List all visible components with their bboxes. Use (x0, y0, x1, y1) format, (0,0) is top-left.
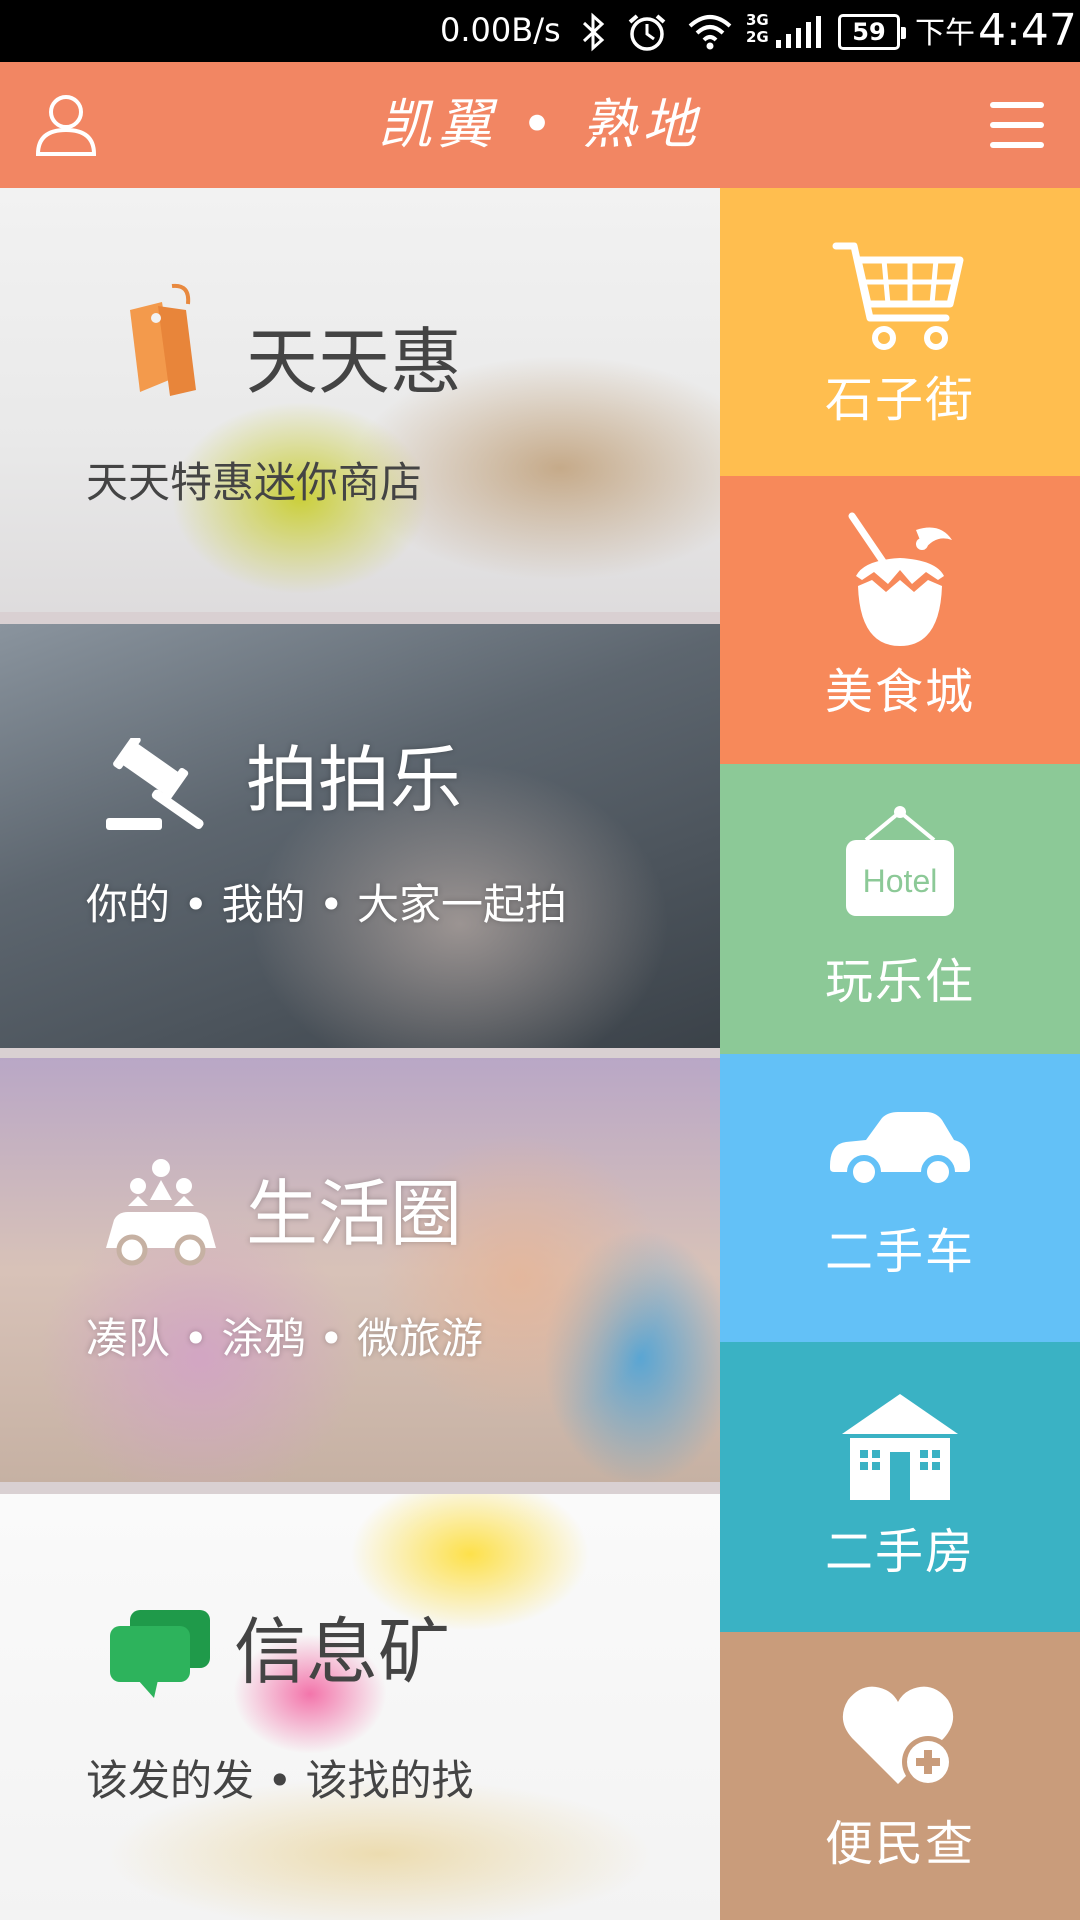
wifi-icon (688, 15, 732, 50)
people-car-icon (106, 1159, 216, 1266)
house-icon (842, 1394, 958, 1500)
card-xinxikuang[interactable]: 信息矿 该发的发 • 该找的找 (0, 1494, 720, 1920)
gavel-icon (106, 738, 204, 830)
card-subtitle: 你的 • 我的 • 大家一起拍 (86, 880, 567, 929)
alarm-icon (628, 14, 666, 51)
card-background (0, 1058, 720, 1482)
tile-label: 石子街 (824, 372, 975, 428)
clock-time: 4:47 (978, 5, 1077, 56)
card-title: 拍拍乐 (246, 738, 463, 822)
signal-icon (776, 16, 821, 48)
app-title: 凯翼 • 熟地 (377, 93, 703, 156)
card-shenghuoquan[interactable]: 生活圈 凑队 • 涂鸦 • 微旅游 (0, 1058, 720, 1482)
price-tag-icon (130, 283, 196, 396)
card-divider (0, 612, 720, 624)
card-tiantianhui[interactable]: 天天惠 天天特惠迷你商店 (0, 188, 720, 612)
card-paipaile[interactable]: 拍拍乐 你的 • 我的 • 大家一起拍 (0, 624, 720, 1048)
tile-wanlezhu[interactable]: Hotel 玩乐住 (720, 764, 1080, 1054)
card-title: 信息矿 (234, 1610, 451, 1694)
heart-plus-icon (842, 1686, 954, 1788)
status-bar: 0.00B/s 3G 2G 59 下午 4:47 (0, 0, 1080, 62)
hotel-sign-text: Hotel (863, 863, 938, 899)
clock-ampm: 下午 (915, 16, 975, 51)
tile-ershouche[interactable]: 二手车 (720, 1054, 1080, 1342)
tile-label: 二手房 (824, 1524, 975, 1580)
card-background (0, 1494, 720, 1920)
chat-bubbles-icon (110, 1610, 210, 1698)
card-divider (0, 1482, 720, 1494)
car-icon (830, 1112, 970, 1188)
tile-meishicheng[interactable]: 美食城 (720, 476, 1080, 764)
menu-icon[interactable] (986, 92, 1052, 158)
card-title: 生活圈 (246, 1172, 463, 1256)
battery-indicator: 59 (838, 14, 906, 50)
card-subtitle: 凑队 • 涂鸦 • 微旅游 (86, 1314, 483, 1363)
card-subtitle: 天天特惠迷你商店 (86, 458, 423, 507)
tile-bianmincha[interactable]: 便民查 (720, 1632, 1080, 1920)
tile-ershoufang[interactable]: 二手房 (720, 1342, 1080, 1632)
card-divider (0, 1048, 720, 1058)
card-subtitle: 该发的发 • 该找的找 (86, 1756, 474, 1805)
app-header: 凯翼 • 熟地 (0, 62, 1080, 188)
bluetooth-icon (582, 12, 605, 52)
tile-label: 二手车 (824, 1224, 975, 1280)
tile-shizijie[interactable]: 石子街 (720, 188, 1080, 476)
tile-label: 便民查 (824, 1816, 975, 1872)
card-title: 天天惠 (246, 320, 463, 404)
coconut-drink-icon (848, 512, 952, 646)
network-speed: 0.00B/s (440, 11, 561, 49)
hotel-sign-icon: Hotel (846, 806, 954, 916)
tile-label: 玩乐住 (824, 954, 975, 1010)
network-type: 3G 2G (746, 11, 769, 46)
shopping-cart-icon (832, 242, 964, 350)
tile-label: 美食城 (824, 664, 975, 720)
